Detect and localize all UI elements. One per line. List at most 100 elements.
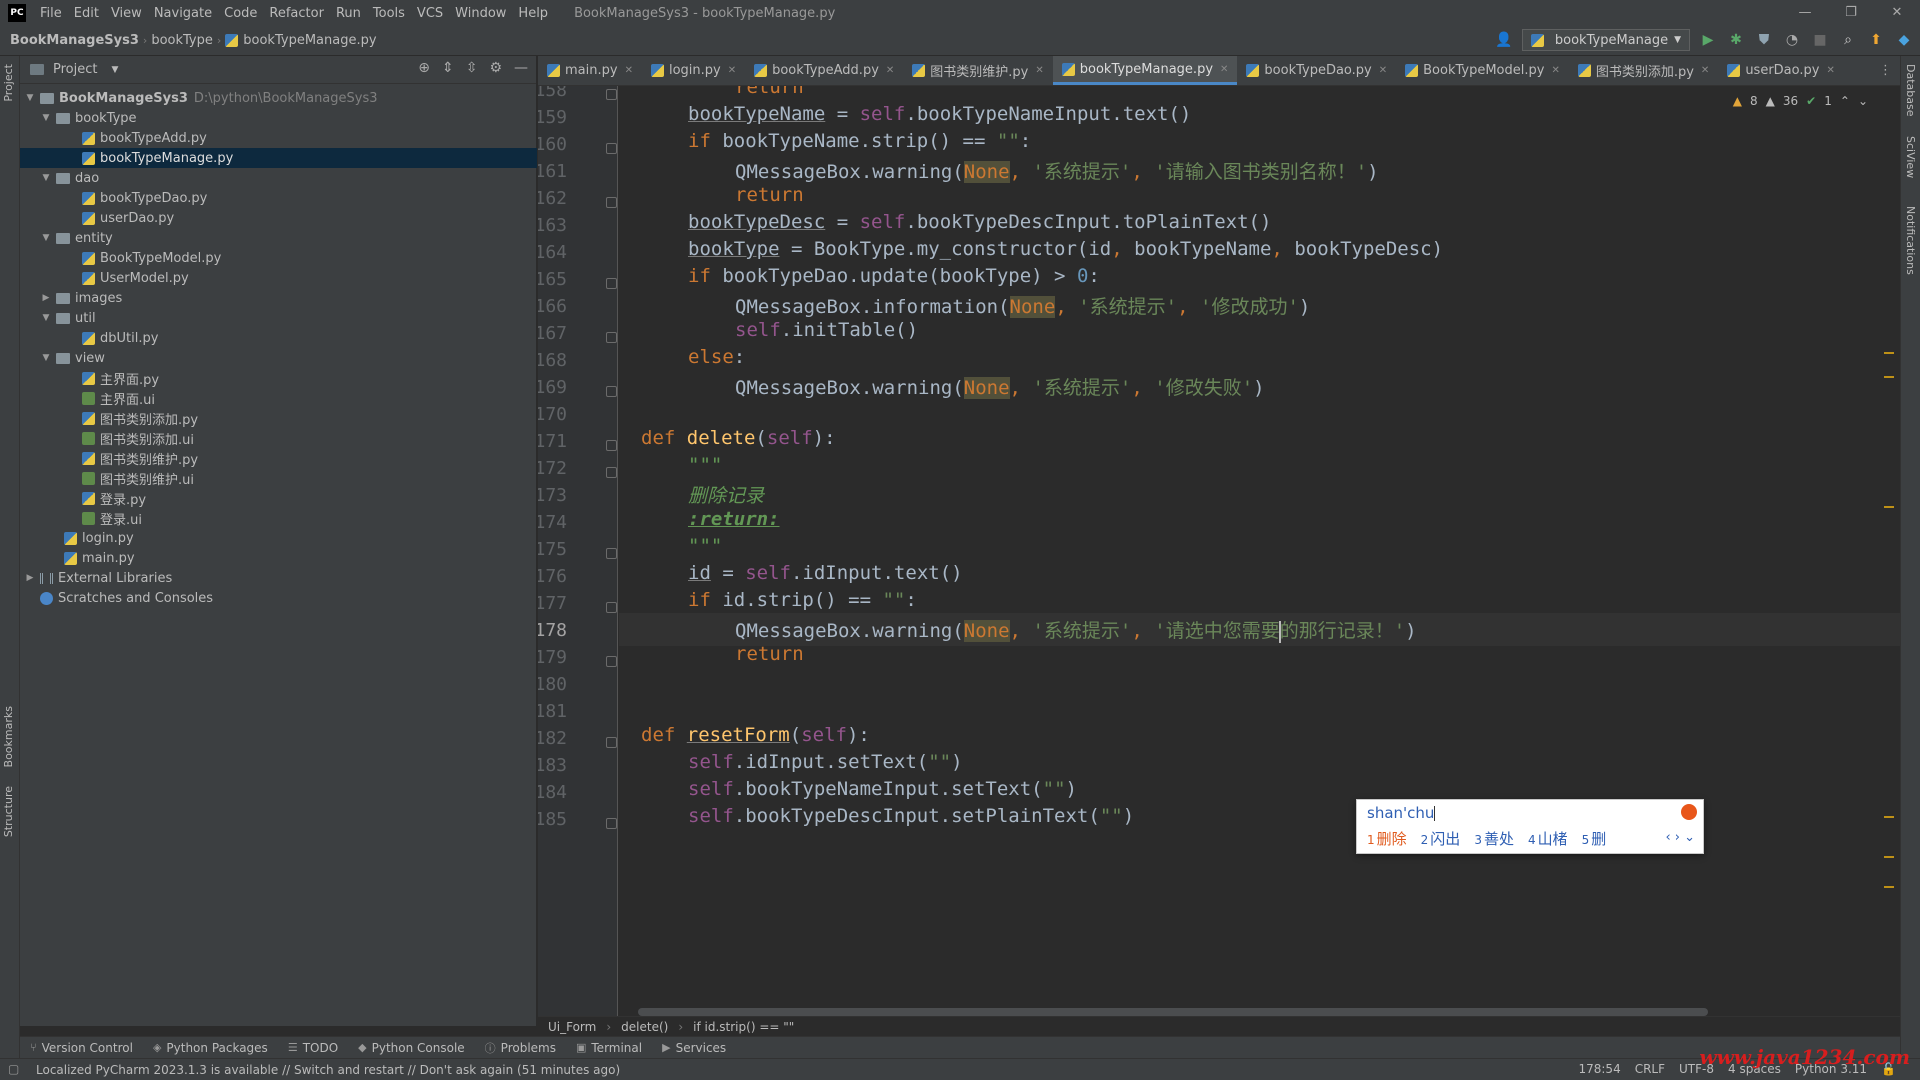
gear-icon[interactable]: ⚙ <box>489 60 502 76</box>
update-icon[interactable]: ⬆ <box>1866 30 1886 50</box>
close-icon[interactable]: ✕ <box>625 65 633 76</box>
editor-tab[interactable]: main.py ✕ <box>538 56 642 85</box>
tree-file[interactable]: main.py <box>64 548 135 568</box>
tree-file[interactable]: userDao.py <box>82 208 174 228</box>
ime-page-nav[interactable]: ‹ › ⌄ <box>1665 830 1695 845</box>
chevron-down-icon[interactable]: ▼ <box>24 93 36 103</box>
menu-navigate[interactable]: Navigate <box>148 6 218 21</box>
scrollbar-marker[interactable] <box>1884 886 1894 888</box>
more-tabs-icon[interactable]: ⋮ <box>1879 63 1892 78</box>
close-icon[interactable]: ✕ <box>1379 65 1387 76</box>
restore-button[interactable]: ❐ <box>1828 0 1874 26</box>
tree-folder[interactable]: ▼ dao <box>40 168 100 188</box>
close-icon[interactable]: ✕ <box>1220 64 1228 75</box>
close-button[interactable]: ✕ <box>1874 0 1920 26</box>
editor-breadcrumb-item[interactable]: if id.strip() == "" <box>693 1020 794 1034</box>
tree-folder[interactable]: ▶ images <box>40 288 123 308</box>
terminal-tool-button[interactable]: ▣ Terminal <box>576 1041 642 1055</box>
menu-edit[interactable]: Edit <box>68 6 105 21</box>
profile-icon[interactable]: ◔ <box>1782 30 1802 50</box>
bookmarks-tool-button[interactable]: Bookmarks <box>2 706 15 767</box>
locate-icon[interactable]: ⊕ <box>418 60 430 76</box>
tree-folder[interactable]: ▼ util <box>40 308 96 328</box>
close-icon[interactable]: ✕ <box>886 65 894 76</box>
fold-marker-icon[interactable] <box>606 548 617 559</box>
run-config-select[interactable]: bookTypeManage ▼ <box>1521 29 1690 51</box>
fold-marker-icon[interactable] <box>606 89 617 100</box>
chevron-down-icon[interactable]: ▼ <box>40 353 52 363</box>
menu-refactor[interactable]: Refactor <box>263 6 330 21</box>
tree-file[interactable]: login.py <box>64 528 134 548</box>
fold-marker-icon[interactable] <box>606 467 617 478</box>
notifications-tool-button[interactable]: Notifications <box>1904 206 1917 275</box>
editor-tab[interactable]: bookTypeDao.py ✕ <box>1237 56 1396 85</box>
tree-scratches[interactable]: Scratches and Consoles <box>40 588 213 608</box>
tree-file-selected[interactable]: bookTypeManage.py <box>20 148 537 168</box>
chevron-down-icon[interactable]: ▼ <box>40 113 52 123</box>
fold-marker-icon[interactable] <box>606 197 617 208</box>
tree-file[interactable]: 图书类别添加.ui <box>82 428 194 448</box>
database-tool-button[interactable]: Database <box>1904 64 1917 117</box>
ime-candidate-popup[interactable]: shan'chu 1 删除 2 闪出 3 善处 4 山楮 5删 ‹ › ⌄ <box>1356 799 1704 854</box>
run-icon[interactable]: ▶ <box>1698 30 1718 50</box>
project-tool-button[interactable]: Project <box>2 64 15 102</box>
menu-help[interactable]: Help <box>512 6 554 21</box>
coverage-icon[interactable]: ⛊ <box>1754 30 1774 50</box>
tree-file[interactable]: 图书类别维护.ui <box>82 468 194 488</box>
fold-marker-icon[interactable] <box>606 278 617 289</box>
ime-candidate[interactable]: 5删 <box>1582 828 1607 849</box>
editor-breadcrumb-item[interactable]: delete() <box>621 1020 668 1034</box>
chevron-right-icon[interactable]: ▶ <box>40 293 52 303</box>
fold-marker-icon[interactable] <box>606 440 617 451</box>
tree-folder[interactable]: ▼ bookType <box>40 108 137 128</box>
editor-tab[interactable]: 图书类别添加.py ✕ <box>1569 56 1718 85</box>
tree-file[interactable]: 主界面.py <box>82 368 159 388</box>
minimize-button[interactable]: — <box>1782 0 1828 26</box>
tree-file[interactable]: 主界面.ui <box>82 388 155 408</box>
python-console-tool-button[interactable]: ◆ Python Console <box>358 1041 465 1055</box>
todo-tool-button[interactable]: ☰ TODO <box>288 1041 338 1055</box>
chevron-down-icon[interactable]: ▼ <box>40 233 52 243</box>
chevron-down-icon[interactable]: ▼ <box>111 65 118 75</box>
ime-candidate[interactable]: 4 山楮 <box>1528 828 1568 849</box>
editor-tab[interactable]: 图书类别维护.py ✕ <box>903 56 1052 85</box>
search-icon[interactable]: ⌕ <box>1838 30 1858 50</box>
sciview-tool-button[interactable]: SciView <box>1904 136 1917 178</box>
close-icon[interactable]: ✕ <box>1701 65 1709 76</box>
ime-candidate[interactable]: 1 删除 <box>1367 828 1407 849</box>
scrollbar-marker[interactable] <box>1884 506 1894 508</box>
tree-file[interactable]: bookTypeAdd.py <box>82 128 207 148</box>
menu-file[interactable]: File <box>34 6 68 21</box>
chevron-right-icon[interactable]: ▶ <box>24 573 36 583</box>
tree-file[interactable]: dbUtil.py <box>82 328 158 348</box>
fold-marker-icon[interactable] <box>606 656 617 667</box>
chevron-up-icon[interactable]: ⌃ <box>1840 94 1850 108</box>
close-icon[interactable]: ✕ <box>1035 65 1043 76</box>
menu-view[interactable]: View <box>105 6 148 21</box>
breadcrumb-project[interactable]: BookManageSys3 <box>0 33 143 48</box>
collapse-all-icon[interactable]: ⇳ <box>466 60 478 76</box>
line-separator[interactable]: CRLF <box>1635 1062 1665 1076</box>
editor-tab[interactable]: BookTypeModel.py ✕ <box>1396 56 1569 85</box>
stop-icon[interactable]: ■ <box>1810 30 1830 50</box>
structure-tool-button[interactable]: Structure <box>2 786 15 837</box>
chevron-down-icon[interactable]: ▼ <box>40 173 52 183</box>
scrollbar-marker[interactable] <box>1884 816 1894 818</box>
editor-tab[interactable]: bookTypeAdd.py ✕ <box>745 56 903 85</box>
tree-file[interactable]: bookTypeDao.py <box>82 188 207 208</box>
fold-marker-icon[interactable] <box>606 818 617 829</box>
panel-toggle-icon[interactable]: ▢ <box>8 1062 19 1076</box>
ime-candidate[interactable]: 3 善处 <box>1474 828 1514 849</box>
fold-marker-icon[interactable] <box>606 602 617 613</box>
menu-run[interactable]: Run <box>330 6 367 21</box>
tree-root[interactable]: ▼ BookManageSys3 D:\python\BookManageSys… <box>24 88 378 108</box>
version-control-tool-button[interactable]: ⑂ Version Control <box>30 1041 133 1055</box>
tree-file[interactable]: 图书类别添加.py <box>82 408 198 428</box>
python-packages-tool-button[interactable]: ◈ Python Packages <box>153 1041 268 1055</box>
fold-marker-icon[interactable] <box>606 386 617 397</box>
menu-window[interactable]: Window <box>449 6 512 21</box>
close-icon[interactable]: ✕ <box>728 65 736 76</box>
ime-candidate[interactable]: 2 闪出 <box>1421 828 1461 849</box>
fold-marker-icon[interactable] <box>606 143 617 154</box>
editor-breadcrumb-item[interactable]: Ui_Form <box>548 1020 596 1034</box>
